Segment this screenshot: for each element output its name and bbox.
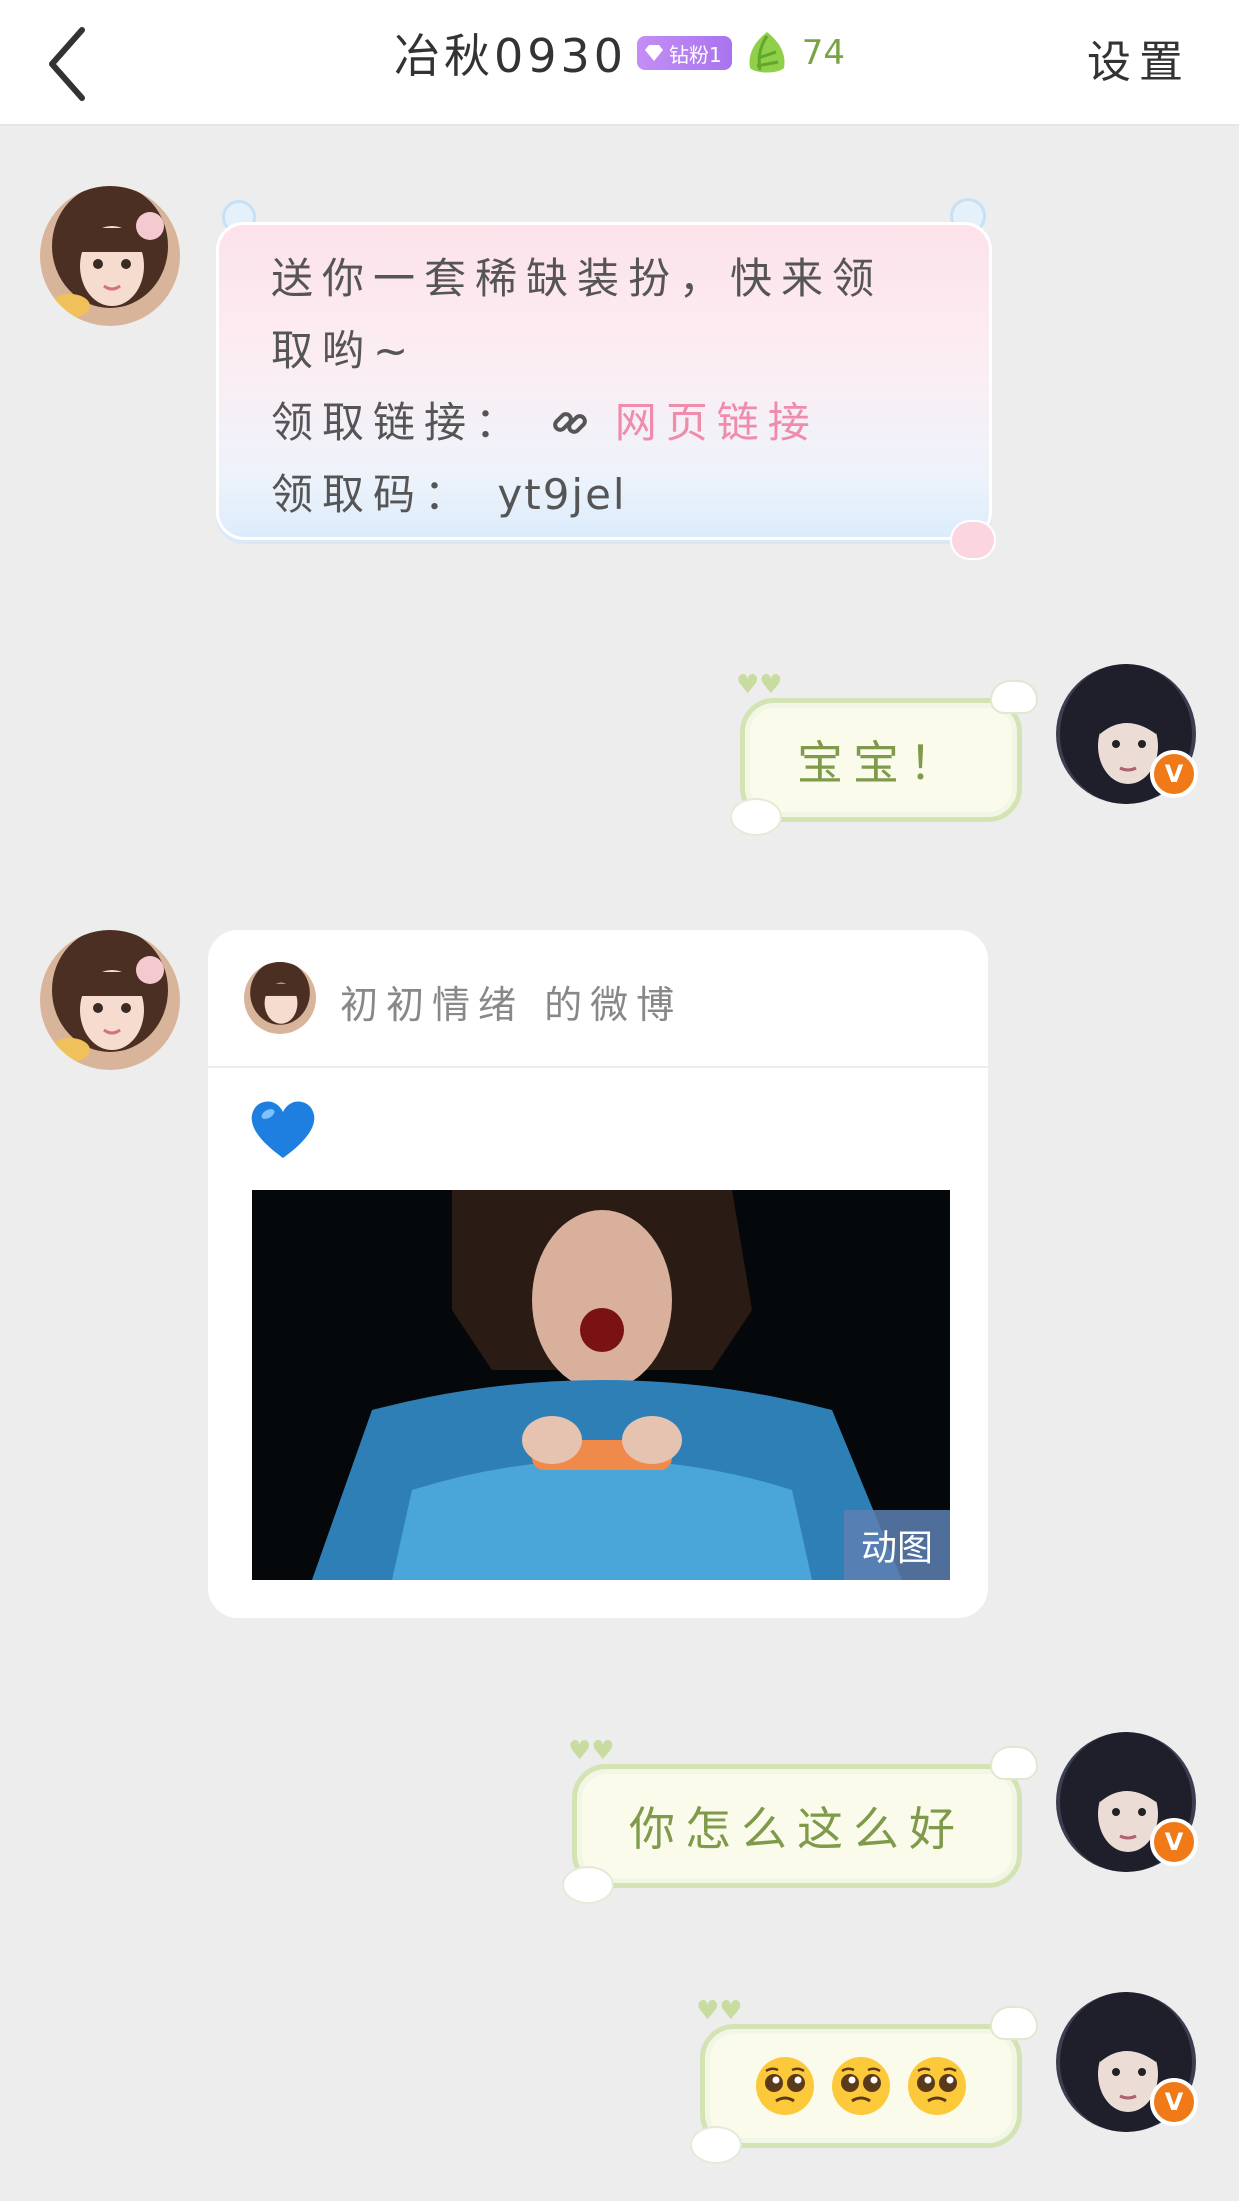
- my-avatar[interactable]: V: [1056, 1732, 1198, 1872]
- blue-heart-icon: [251, 1101, 315, 1158]
- pleading-face-emoji: [832, 2057, 890, 2115]
- heart-deco: ♥♥: [736, 670, 783, 700]
- my-avatar[interactable]: V: [1056, 664, 1198, 804]
- diamond-icon: [645, 45, 664, 61]
- chat-title-group: 冶秋0930 钻粉1 74: [0, 20, 1239, 86]
- fan-badge: 钻粉1: [637, 36, 732, 70]
- gif-badge: 动图: [844, 1510, 950, 1580]
- pleading-face-emoji: [756, 2057, 814, 2115]
- heart-deco: ♥♥: [568, 1736, 615, 1766]
- paw-deco: [690, 2126, 742, 2164]
- gift-link-label: 领取链接：: [271, 398, 527, 447]
- gift-line-1: 送你一套稀缺装扮，快来领: [271, 254, 884, 303]
- paw-deco: [730, 798, 782, 836]
- chat-title: 冶秋0930: [393, 29, 628, 83]
- verified-badge-icon: V: [1150, 750, 1198, 798]
- link-icon: [553, 412, 588, 434]
- fan-badge-label: 钻粉1: [669, 42, 722, 67]
- cat-deco: [990, 680, 1038, 714]
- gift-link-row: 领取链接： 网页链接: [271, 387, 937, 459]
- gift-line-2: 取哟~: [271, 326, 418, 375]
- weibo-card-title: 初初情绪 的微博: [340, 983, 683, 1027]
- avatar-image: [40, 186, 180, 326]
- settings-button[interactable]: 设置: [1087, 26, 1191, 90]
- gift-code-value: yt9jel: [497, 470, 627, 519]
- verified-badge-icon: V: [1150, 2078, 1198, 2126]
- weibo-gif-image[interactable]: 动图: [252, 1190, 950, 1580]
- gift-code-label: 领取码：: [271, 470, 476, 519]
- cat-deco: [990, 1746, 1038, 1780]
- level-number: 74: [801, 33, 846, 73]
- weibo-author-avatar: [244, 962, 316, 1034]
- pleading-face-emoji: [908, 2057, 966, 2115]
- reply-text-2: 你怎么这么好: [629, 1802, 965, 1856]
- reply-bubble-3[interactable]: [700, 2024, 1022, 2148]
- weibo-card-header: 初初情绪 的微博: [208, 930, 988, 1068]
- paw-deco: [562, 1866, 614, 1904]
- verified-badge-icon: V: [1150, 1818, 1198, 1866]
- avatar-image: [40, 930, 180, 1070]
- gift-message-bubble[interactable]: 送你一套稀缺装扮，快来领 取哟~ 领取链接： 网页链接 领取码： yt9jel: [216, 222, 992, 540]
- weibo-share-card[interactable]: 初初情绪 的微博 动图: [208, 930, 988, 1618]
- chat-header: 冶秋0930 钻粉1 74 设置: [0, 0, 1239, 126]
- sender-avatar[interactable]: [40, 186, 180, 326]
- gift-web-link[interactable]: 网页链接: [615, 398, 819, 447]
- my-avatar[interactable]: V: [1056, 1992, 1198, 2132]
- sender-avatar[interactable]: [40, 930, 180, 1070]
- reply-text-1: 宝宝！: [797, 736, 965, 790]
- reply-bubble-1[interactable]: 宝宝！: [740, 698, 1022, 822]
- pink-cat-deco: [950, 520, 996, 560]
- emoji-row: [754, 2055, 968, 2117]
- heart-deco: ♥♥: [696, 1996, 743, 2026]
- gift-code-row: 领取码： yt9jel: [271, 459, 937, 531]
- leaf-level-icon: [749, 32, 785, 73]
- reply-bubble-2[interactable]: 你怎么这么好: [572, 1764, 1022, 1888]
- cat-deco: [990, 2006, 1038, 2040]
